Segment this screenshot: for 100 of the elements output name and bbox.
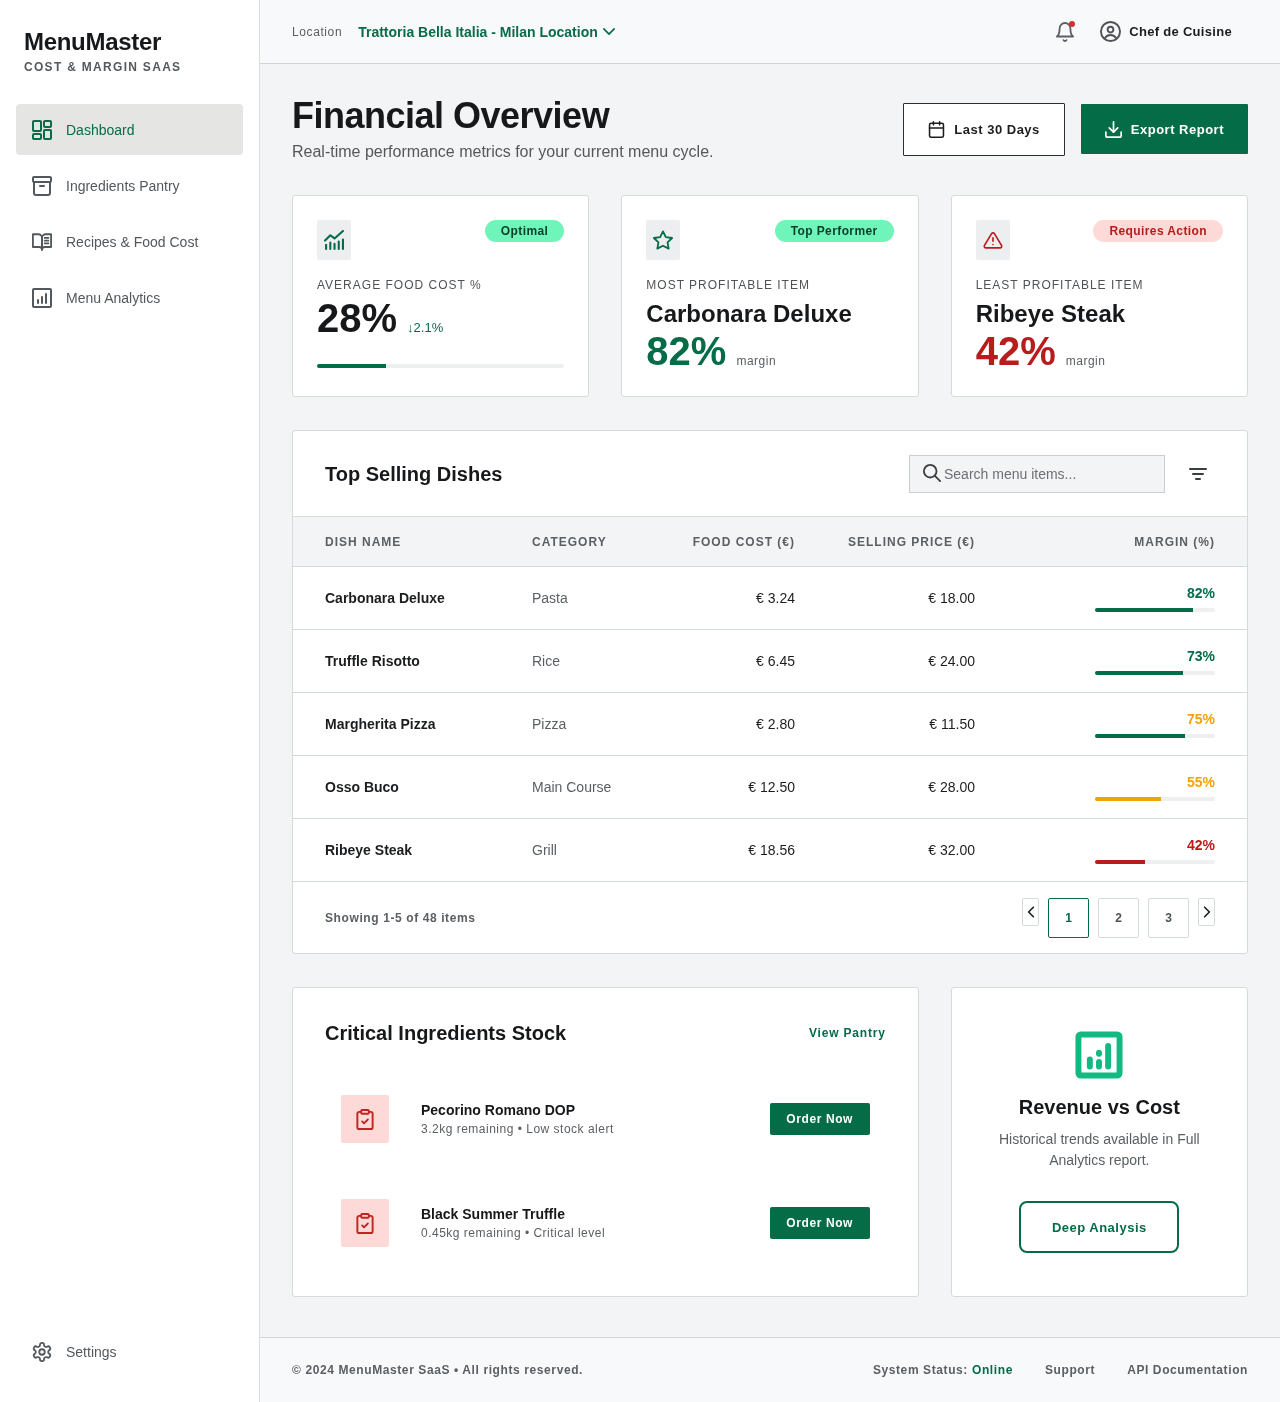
filter-button[interactable] bbox=[1189, 467, 1207, 480]
table-cell-text: € 18.00 bbox=[927, 590, 975, 606]
table-cell-text: € 32.00 bbox=[927, 842, 975, 858]
nav-item[interactable]: Recipes & Food Cost bbox=[16, 216, 243, 267]
table-cell-text: € 18.56 bbox=[747, 842, 795, 858]
calendar-icon bbox=[928, 120, 946, 138]
deep-analysis-button[interactable]: Deep Analysis bbox=[1019, 1201, 1180, 1253]
ingredient-detail: 0.45kg remaining • Critical level bbox=[421, 1224, 606, 1241]
nav-item[interactable]: Dashboard bbox=[16, 104, 243, 155]
page-button[interactable]: 1 bbox=[1048, 897, 1089, 938]
item-name: Carbonara Deluxe bbox=[646, 299, 853, 329]
unit-label: margin bbox=[736, 354, 777, 368]
card-title: Critical Ingredients Stock bbox=[325, 1021, 567, 1046]
export-button[interactable]: Export Report bbox=[1080, 104, 1248, 154]
kpi-value: 42% bbox=[975, 329, 1056, 373]
margin-value: 82% bbox=[1186, 584, 1215, 601]
column-header: CATEGORY bbox=[532, 534, 608, 549]
notifications-button[interactable] bbox=[1056, 21, 1075, 42]
ingredient-name: Black Summer Truffle bbox=[421, 1205, 566, 1223]
user-circle-icon bbox=[1100, 21, 1122, 42]
kpi-label: AVERAGE FOOD COST % bbox=[317, 278, 483, 292]
settings-icon bbox=[32, 1341, 52, 1362]
clipboard-check-icon bbox=[341, 1199, 389, 1247]
table-cell-text: Ribeye Steak bbox=[325, 842, 414, 858]
table-cell-text: Carbonara Deluxe bbox=[325, 590, 446, 606]
footer-link[interactable]: API Documentation bbox=[1127, 1363, 1248, 1377]
nav-item[interactable]: Ingredients Pantry bbox=[16, 160, 243, 211]
column-header: DISH NAME bbox=[325, 534, 403, 549]
table-cell-text: € 12.50 bbox=[747, 779, 795, 795]
bar-chart-icon bbox=[32, 287, 52, 308]
system-status-label: System Status: bbox=[872, 1363, 968, 1377]
grid-icon bbox=[32, 119, 52, 140]
table-cell-text: € 2.80 bbox=[755, 716, 795, 732]
table-cell-text: Margherita Pizza bbox=[325, 716, 437, 732]
table-cell-text: € 3.24 bbox=[755, 590, 795, 606]
chevron-down-icon bbox=[602, 27, 615, 36]
search-field[interactable]: Search menu items... bbox=[909, 454, 1165, 493]
table-cell-text: Pizza bbox=[532, 716, 568, 732]
app-logo: MenuMaster bbox=[24, 28, 162, 56]
kpi-label: LEAST PROFITABLE ITEM bbox=[975, 278, 1145, 292]
page-title: Financial Overview bbox=[292, 96, 611, 136]
page-subtitle: Real-time performance metrics for your current menu cycle. bbox=[292, 142, 714, 162]
archive-box-icon bbox=[32, 175, 52, 196]
clipboard-check-icon bbox=[341, 1095, 389, 1143]
view-pantry-link[interactable]: View Pantry bbox=[809, 1026, 886, 1040]
margin-value: 55% bbox=[1186, 773, 1215, 790]
settings-nav-item[interactable]: Settings bbox=[16, 1326, 243, 1377]
system-status-value: Online bbox=[972, 1363, 1013, 1377]
margin-value: 42% bbox=[1186, 836, 1215, 853]
margin-value: 73% bbox=[1186, 647, 1215, 664]
order-now-button[interactable]: Order Now bbox=[769, 1103, 870, 1135]
kpi-value: 82% bbox=[646, 329, 727, 373]
table-cell-text: € 28.00 bbox=[927, 779, 975, 795]
change-indicator: ↓2.1% bbox=[407, 320, 444, 335]
table-cell-text: Rice bbox=[532, 653, 561, 669]
table-cell-text: Truffle Risotto bbox=[325, 653, 421, 669]
open-book-icon bbox=[32, 231, 52, 252]
table-cell-text: Osso Buco bbox=[325, 779, 400, 795]
page-button[interactable]: 3 bbox=[1148, 897, 1189, 938]
table-cell-text: € 11.50 bbox=[928, 716, 975, 732]
status-badge: Top Performer bbox=[774, 220, 894, 242]
card-title: Top Selling Dishes bbox=[325, 461, 503, 487]
app-tagline: COST & MARGIN SAAS bbox=[24, 60, 182, 74]
kpi-label: MOST PROFITABLE ITEM bbox=[646, 278, 811, 292]
chevron-left-icon bbox=[1026, 905, 1035, 918]
copyright-text: © 2024 MenuMaster SaaS • All rights reserved. bbox=[292, 1363, 584, 1377]
chevron-right-icon bbox=[1202, 905, 1211, 918]
status-badge: Requires Action bbox=[1093, 220, 1223, 242]
user-menu-button[interactable]: Chef de Cuisine bbox=[1100, 21, 1232, 42]
column-header: FOOD COST (€) bbox=[691, 534, 795, 549]
next-page-button[interactable] bbox=[1198, 897, 1215, 926]
table-cell-text: Pasta bbox=[532, 590, 569, 606]
page-button[interactable]: 2 bbox=[1098, 897, 1139, 938]
item-name: Ribeye Steak bbox=[975, 299, 1127, 329]
footer-link[interactable]: Support bbox=[1044, 1363, 1096, 1377]
unit-label: margin bbox=[1065, 354, 1106, 368]
order-now-button[interactable]: Order Now bbox=[769, 1207, 870, 1239]
search-icon bbox=[923, 463, 941, 482]
column-header: SELLING PRICE (€) bbox=[847, 534, 975, 549]
pagination-summary: Showing 1-5 of 48 items bbox=[325, 910, 476, 925]
table-cell-text: Grill bbox=[532, 842, 558, 858]
location-select[interactable]: Trattoria Bella Italia - Milan Location bbox=[358, 23, 615, 40]
ingredient-detail: 3.2kg remaining • Low stock alert bbox=[421, 1120, 614, 1137]
card-title: Revenue vs Cost bbox=[1018, 1095, 1180, 1119]
bell-icon bbox=[1056, 21, 1075, 42]
filter-icon bbox=[1189, 467, 1207, 480]
table-cell-text: Main Course bbox=[532, 779, 613, 795]
warning-icon bbox=[975, 220, 1010, 260]
location-label: Location bbox=[292, 24, 343, 39]
previous-page-button[interactable] bbox=[1022, 897, 1039, 926]
date-range-button[interactable]: Last 30 Days bbox=[903, 102, 1065, 156]
card-description: Historical trends available in Full Analytics report. bbox=[997, 1130, 1201, 1170]
nav-item[interactable]: Menu Analytics bbox=[16, 272, 243, 323]
column-header: MARGIN (%) bbox=[1133, 534, 1215, 549]
table-cell-text: € 6.45 bbox=[755, 653, 795, 669]
trend-chart-icon bbox=[317, 220, 351, 260]
kpi-value: 28% bbox=[317, 296, 398, 340]
table-cell-text: € 24.00 bbox=[927, 653, 975, 669]
margin-value: 75% bbox=[1186, 710, 1215, 727]
download-icon bbox=[1104, 120, 1122, 138]
